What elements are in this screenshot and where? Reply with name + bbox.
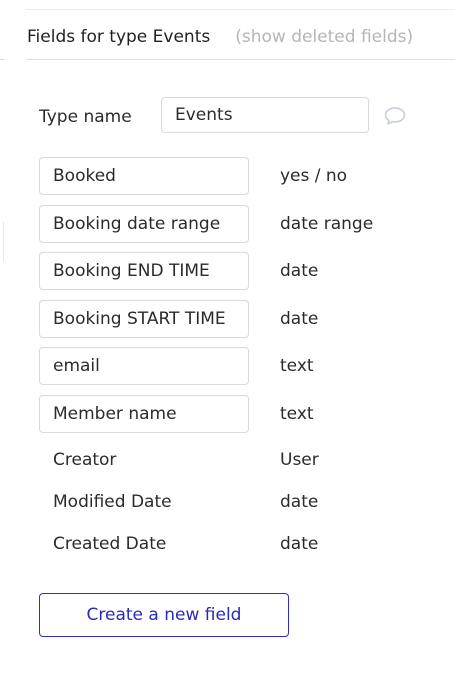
field-name-input[interactable]: Booking END TIME — [39, 252, 249, 290]
field-row-booking-end-time: Booking END TIME date — [39, 252, 399, 290]
field-row-member-name: Member name text — [39, 395, 399, 433]
field-row-creator: Creator User — [39, 441, 399, 479]
field-row-booked: Booked yes / no — [39, 157, 399, 195]
field-type-label: yes / no — [280, 166, 348, 186]
field-type-label: date — [280, 534, 319, 554]
field-type-label: date — [280, 261, 319, 281]
field-type-label: date — [280, 309, 319, 329]
field-name-label: Modified Date — [53, 492, 172, 512]
field-type-label: date — [280, 492, 319, 512]
field-name-input[interactable]: Member name — [39, 395, 249, 433]
field-row-modified-date: Modified Date date — [39, 483, 399, 521]
show-deleted-fields-link[interactable]: (show deleted fields) — [235, 27, 413, 47]
field-name-input[interactable]: Booked — [39, 157, 249, 195]
field-type-label: text — [280, 404, 314, 424]
comment-icon[interactable] — [383, 106, 407, 126]
field-name-input[interactable]: email — [39, 347, 249, 385]
field-type-label: User — [280, 450, 319, 470]
fields-title: Fields for type Events — [27, 27, 211, 47]
type-name-label: Type name — [39, 107, 132, 127]
field-name-label: Creator — [53, 450, 117, 470]
left-panel-edge — [0, 59, 4, 60]
field-name-label: Created Date — [53, 534, 167, 554]
left-panel-handle — [0, 222, 4, 262]
field-row-booking-start-time: Booking START TIME date — [39, 300, 399, 338]
field-name-input[interactable]: Booking START TIME — [39, 300, 249, 338]
field-name-input[interactable]: Booking date range — [39, 205, 249, 243]
field-row-booking-date-range: Booking date range date range — [39, 205, 399, 243]
type-name-input[interactable]: Events — [161, 97, 369, 133]
fields-header: Fields for type Events (show deleted fie… — [26, 27, 455, 60]
field-type-label: text — [280, 356, 314, 376]
field-row-email: email text — [39, 347, 399, 385]
create-new-field-button[interactable]: Create a new field — [39, 593, 289, 637]
field-row-created-date: Created Date date — [39, 525, 399, 563]
field-type-label: date range — [280, 214, 374, 234]
top-divider — [26, 9, 455, 10]
